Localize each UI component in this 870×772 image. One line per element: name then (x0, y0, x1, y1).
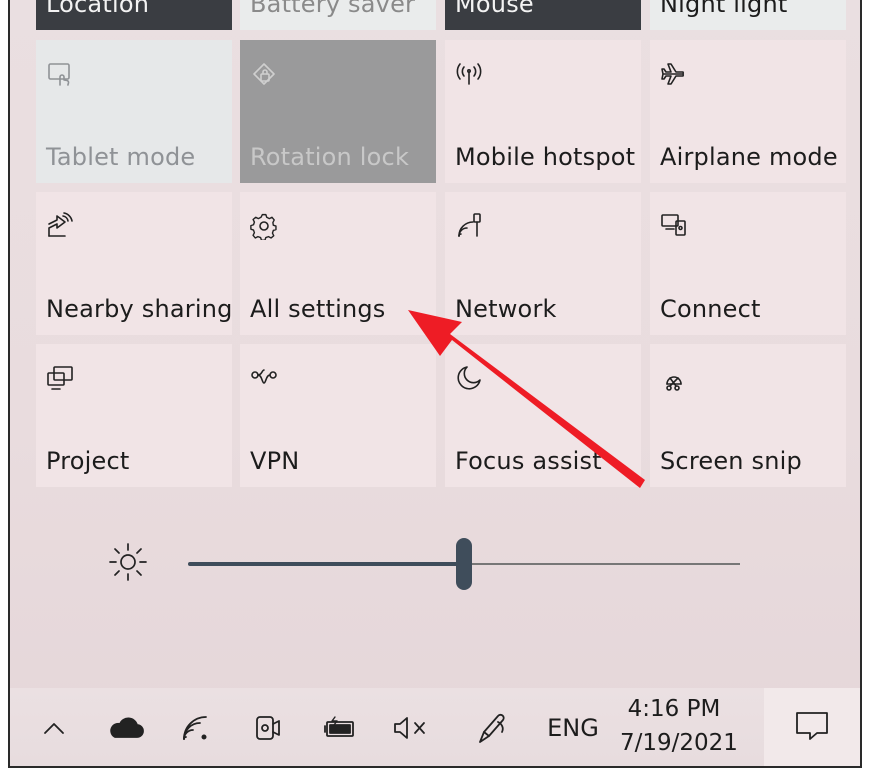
tile-label: Project (46, 447, 130, 475)
tile-label: Focus assist (455, 447, 602, 475)
chevron-up-icon[interactable] (32, 688, 76, 766)
tile-tablet-mode[interactable]: Tablet mode (36, 40, 232, 183)
language-indicator[interactable]: ENG (538, 688, 608, 766)
tile-project[interactable]: Project (36, 344, 232, 487)
clock-date: 7/19/2021 (620, 730, 738, 756)
brightness-slider-filled[interactable] (188, 562, 464, 566)
project-icon (46, 364, 74, 392)
tile-mouse[interactable]: Mouse (445, 0, 641, 30)
tile-all-settings[interactable]: All settings (240, 192, 436, 335)
clock[interactable]: 4:16 PM 7/19/2021 (620, 692, 738, 760)
tile-label: Mobile hotspot (455, 143, 636, 171)
tile-label: Tablet mode (46, 143, 196, 171)
tile-vpn[interactable]: VPN (240, 344, 436, 487)
brightness-slider-thumb[interactable] (456, 538, 472, 590)
tile-label: Network (455, 295, 557, 323)
tile-label: Nearby sharing (46, 295, 233, 323)
tile-location[interactable]: Location (36, 0, 232, 30)
tile-mobile-hotspot[interactable]: Mobile hotspot (445, 40, 641, 183)
notification-icon (792, 706, 832, 750)
language-label: ENG (547, 714, 599, 742)
action-center: Location Battery saver Mouse Night light… (8, 0, 862, 768)
wifi-icon[interactable] (170, 688, 220, 766)
network-icon (455, 212, 483, 240)
battery-icon[interactable] (315, 688, 365, 766)
tile-label: Battery saver (250, 0, 416, 18)
tile-network[interactable]: Network (445, 192, 641, 335)
taskbar: ENG 4:16 PM 7/19/2021 (10, 688, 860, 766)
pen-icon[interactable] (465, 688, 519, 766)
connect-icon (660, 212, 688, 240)
camera-icon[interactable] (242, 688, 292, 766)
clock-time: 4:16 PM (627, 696, 721, 722)
tile-airplane-mode[interactable]: Airplane mode (650, 40, 846, 183)
tile-connect[interactable]: Connect (650, 192, 846, 335)
gear-icon (250, 212, 278, 241)
sun-icon (106, 540, 150, 584)
tile-label: Rotation lock (250, 143, 410, 171)
tile-label: Night light (660, 0, 788, 18)
tile-nearby-sharing[interactable]: Nearby sharing (36, 192, 232, 335)
moon-icon (455, 364, 483, 392)
rotation-lock-icon (250, 60, 278, 88)
tile-battery-saver[interactable]: Battery saver (240, 0, 436, 30)
screen-snip-icon (660, 364, 688, 392)
hotspot-icon (455, 60, 483, 88)
cloud-icon[interactable] (100, 688, 150, 766)
tile-label: Location (46, 0, 150, 18)
tile-screen-snip[interactable]: Screen snip (650, 344, 846, 487)
tile-label: All settings (250, 295, 386, 323)
notification-button[interactable] (764, 688, 860, 766)
tile-focus-assist[interactable]: Focus assist (445, 344, 641, 487)
tile-label: Mouse (455, 0, 534, 18)
airplane-icon (660, 60, 688, 88)
tile-label: Connect (660, 295, 761, 323)
tile-label: Airplane mode (660, 143, 838, 171)
brightness-slider-track[interactable] (464, 563, 740, 565)
nearby-sharing-icon (46, 212, 74, 240)
vpn-icon (250, 364, 278, 392)
tile-label: VPN (250, 447, 300, 475)
volume-muted-icon[interactable] (385, 688, 435, 766)
tile-label: Screen snip (660, 447, 802, 475)
tile-rotation-lock[interactable]: Rotation lock (240, 40, 436, 183)
tile-night-light[interactable]: Night light (650, 0, 846, 30)
tablet-mode-icon (46, 60, 74, 88)
